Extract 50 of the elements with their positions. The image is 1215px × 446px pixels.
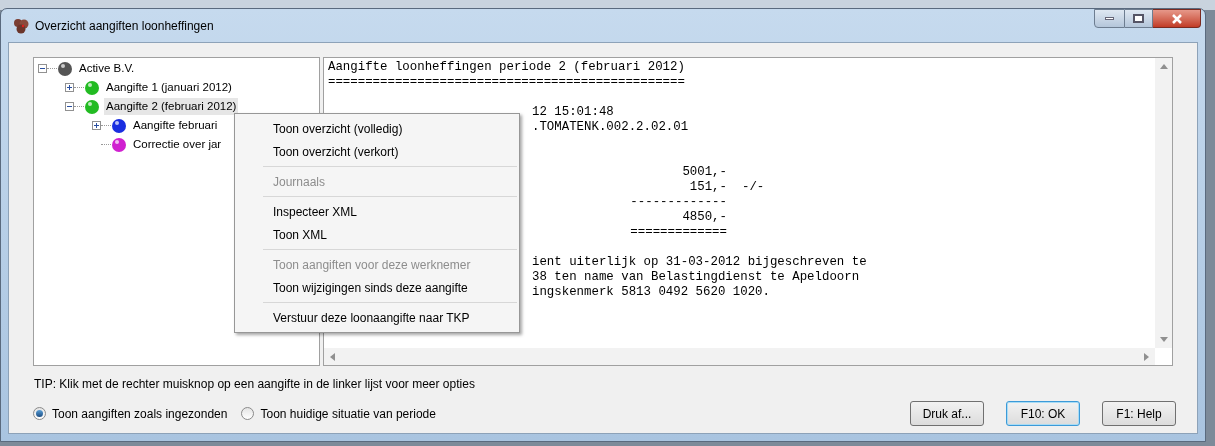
vertical-scrollbar[interactable] [1155, 58, 1172, 348]
amount-text: ------------- [630, 195, 727, 210]
maximize-icon [1133, 14, 1144, 23]
radio-button[interactable] [33, 407, 46, 420]
radio-label: Toon huidige situatie van periode [260, 405, 436, 423]
document-line: .TOMATENK.002.2.02.01 [532, 120, 689, 134]
menu-item[interactable]: Toon overzicht (verkort) [265, 140, 517, 163]
dialog-button[interactable]: F1: Help [1102, 401, 1176, 426]
expand-icon[interactable] [65, 83, 74, 92]
expand-icon[interactable] [92, 121, 101, 130]
amount-text: 151,- [689, 180, 727, 195]
radio-label: Toon aangiften zoals ingezonden [52, 405, 228, 423]
menu-item[interactable]: Verstuur deze loonaangifte naar TKP [265, 306, 517, 329]
minimize-button[interactable] [1094, 9, 1125, 28]
close-icon [1170, 13, 1183, 24]
menu-item[interactable]: Toon wijzigingen sinds deze aangifte [265, 276, 517, 299]
dialog-button[interactable]: Druk af... [910, 401, 984, 426]
document-line: Aangifte loonheffingen periode 2 (februari 2012) [328, 60, 685, 74]
close-button[interactable] [1153, 9, 1201, 28]
tree-item[interactable]: Aangifte 2 (februari 2012) [104, 97, 239, 116]
amount-text: ============= [630, 225, 727, 240]
app-logo-icon [13, 17, 31, 34]
amount-text: 5001,- [682, 165, 727, 180]
scroll-up-icon[interactable] [1159, 64, 1168, 69]
collapse-icon[interactable] [65, 102, 74, 111]
document-line: ================================================ [328, 75, 685, 89]
dialog-button[interactable]: F10: OK [1006, 401, 1080, 426]
document-line: 38 ten name van Belastingdienst te Apeldoorn [532, 270, 860, 284]
tree-item[interactable]: Aangifte 1 (januari 2012) [104, 78, 234, 97]
menu-item[interactable]: Toon overzicht (volledig) [265, 117, 517, 140]
document-line: 12 15:01:48 [532, 105, 614, 119]
scroll-down-icon[interactable] [1159, 337, 1168, 342]
scroll-left-icon[interactable] [330, 352, 335, 361]
horizontal-scrollbar[interactable] [324, 348, 1155, 365]
scroll-right-icon[interactable] [1144, 352, 1149, 361]
tree-item[interactable]: Active B.V. [77, 59, 137, 78]
menu-item[interactable]: Inspecteer XML [265, 200, 517, 223]
document-line: ient uiterlijk op 31-03-2012 bijgeschreven te [532, 255, 867, 269]
tip-text: TIP: Klik met de rechter muisknop op een aangifte in de linker lijst voor meer opties [34, 377, 475, 391]
menu-item[interactable]: Toon XML [265, 223, 517, 246]
amount-text: 4850,- [682, 210, 727, 225]
tree-item[interactable]: Aangifte februari [131, 116, 220, 135]
minimize-icon [1105, 17, 1114, 20]
tree-item[interactable]: Correctie over jar [131, 135, 224, 154]
radio-button[interactable] [241, 407, 255, 420]
collapse-icon[interactable] [38, 64, 47, 73]
window-title: Overzicht aangiften loonheffingen [35, 17, 214, 35]
maximize-button[interactable] [1125, 9, 1153, 28]
deduction-mark: -/- [742, 180, 765, 195]
document-line: ingskenmerk 5813 0492 5620 1020. [532, 285, 770, 299]
